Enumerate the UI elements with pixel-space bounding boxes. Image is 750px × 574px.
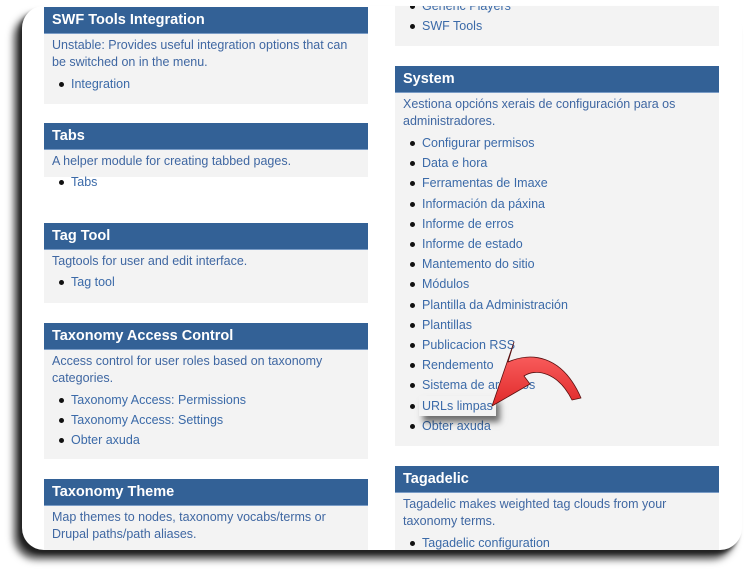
- block-links: Configurar permisos Data e hora Ferramen…: [395, 133, 719, 436]
- block-title: Tag Tool: [44, 223, 368, 250]
- link-tag-tool[interactable]: Tag tool: [59, 272, 368, 292]
- block-system: System Xestiona opcións xerais de config…: [395, 66, 719, 446]
- block-swf-tools-integration: SWF Tools Integration Unstable: Provides…: [44, 7, 368, 104]
- link-publicacion-rss[interactable]: Publicacion RSS: [410, 335, 719, 355]
- link-informe-de-erros[interactable]: Informe de erros: [410, 214, 719, 234]
- block-taxonomy-access-control: Taxonomy Access Control Access control f…: [44, 323, 368, 459]
- link-sistema-de-arquivos[interactable]: Sistema de arquivos: [410, 375, 719, 395]
- link-integration[interactable]: Integration: [59, 74, 368, 94]
- block-title: Tabs: [44, 123, 368, 150]
- block-description: Tagadelic makes weighted tag clouds from…: [403, 497, 667, 528]
- link-obter-axuda[interactable]: Obter axuda: [410, 416, 719, 436]
- block-swf-tools-partial: Generic Players SWF Tools: [395, 6, 719, 46]
- block-tag-tool: Tag Tool Tagtools for user and edit inte…: [44, 223, 368, 303]
- block-description: A helper module for creating tabbed page…: [52, 154, 292, 168]
- block-description: Map themes to nodes, taxonomy vocabs/ter…: [52, 510, 326, 541]
- block-tabs: Tabs A helper module for creating tabbed…: [44, 123, 368, 189]
- left-column: SWF Tools Integration Unstable: Provides…: [44, 7, 368, 550]
- block-tagadelic: Tagadelic Tagadelic makes weighted tag c…: [395, 466, 719, 550]
- link-configurar-permisos[interactable]: Configurar permisos: [410, 133, 719, 153]
- link-tabs[interactable]: Tabs: [59, 172, 368, 192]
- block-links: Generic Players SWF Tools: [395, 6, 719, 36]
- block-title: Taxonomy Theme: [44, 479, 368, 506]
- link-taxonomy-access-permissions[interactable]: Taxonomy Access: Permissions: [59, 390, 368, 410]
- block-links: Tag tool: [44, 272, 368, 292]
- block-description: Xestiona opcións xerais de configuración…: [403, 97, 676, 128]
- link-plantilla-da-administracion[interactable]: Plantilla da Administración: [410, 295, 719, 315]
- block-title: Taxonomy Access Control: [44, 323, 368, 350]
- link-obter-axuda[interactable]: Obter axuda: [59, 430, 368, 450]
- link-plantillas[interactable]: Plantillas: [410, 315, 719, 335]
- link-informacion-da-paxina[interactable]: Información da páxina: [410, 194, 719, 214]
- link-urls-limpas[interactable]: URLs limpas: [410, 395, 719, 416]
- link-data-e-hora[interactable]: Data e hora: [410, 153, 719, 173]
- block-links: Taxonomy Access: Permissions Taxonomy Ac…: [44, 390, 368, 451]
- right-column: Generic Players SWF Tools System Xestion…: [395, 6, 719, 550]
- link-swf-tools[interactable]: SWF Tools: [410, 16, 719, 36]
- link-rendemento[interactable]: Rendemento: [410, 355, 719, 375]
- link-ferramentas-de-imaxe[interactable]: Ferramentas de Imaxe: [410, 173, 719, 193]
- block-links: Tagadelic configuration: [395, 533, 719, 550]
- block-description: Unstable: Provides useful integration op…: [52, 38, 348, 69]
- block-links: Integration: [44, 74, 368, 94]
- block-links: Tabs: [44, 172, 368, 192]
- link-tagadelic-configuration[interactable]: Tagadelic configuration: [410, 533, 719, 550]
- link-modulos[interactable]: Módulos: [410, 274, 719, 294]
- block-taxonomy-theme: Taxonomy Theme Map themes to nodes, taxo…: [44, 479, 368, 550]
- link-mantemento-do-sitio[interactable]: Mantemento do sitio: [410, 254, 719, 274]
- block-title: Tagadelic: [395, 466, 719, 493]
- highlighted-link[interactable]: URLs limpas: [419, 395, 496, 416]
- link-informe-de-estado[interactable]: Informe de estado: [410, 234, 719, 254]
- link-taxonomy-access-settings[interactable]: Taxonomy Access: Settings: [59, 410, 368, 430]
- block-title: SWF Tools Integration: [44, 7, 368, 34]
- block-title: System: [395, 66, 719, 93]
- link-generic-players[interactable]: Generic Players: [410, 6, 719, 16]
- page-frame: SWF Tools Integration Unstable: Provides…: [22, 6, 742, 550]
- block-description: Tagtools for user and edit interface.: [52, 254, 248, 268]
- block-description: Access control for user roles based on t…: [52, 354, 323, 385]
